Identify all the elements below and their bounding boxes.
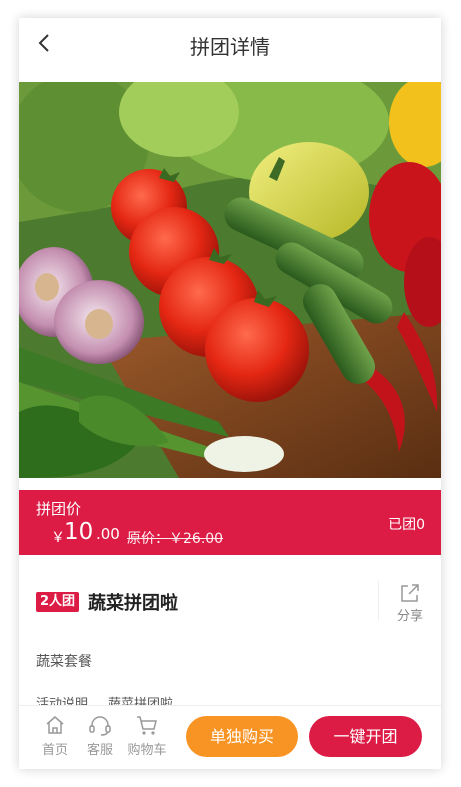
group-price-decimal: .00 — [96, 525, 120, 543]
share-button[interactable]: 分享 — [391, 583, 429, 627]
currency-symbol: ￥ — [51, 530, 65, 546]
group-size-badge: 2人团 — [36, 592, 80, 612]
divider — [378, 581, 379, 621]
page-title: 拼团详情 — [190, 35, 270, 59]
tab-cart[interactable]: 购物车 — [123, 714, 171, 758]
tab-cart-label: 购物车 — [127, 743, 167, 758]
tab-service[interactable]: 客服 — [78, 714, 122, 758]
product-subtitle: 蔬菜套餐 — [36, 654, 92, 670]
headset-icon — [89, 716, 111, 736]
group-price-integer: 10 — [64, 519, 94, 545]
grouped-count: 已团0 — [388, 517, 425, 533]
start-group-button[interactable]: 一键开团 — [309, 716, 422, 757]
tab-home-label: 首页 — [41, 743, 68, 758]
tab-home[interactable]: 首页 — [33, 714, 77, 758]
home-icon — [46, 716, 64, 734]
phone-frame: 拼团详情 拼团价 ￥ 10 .00 原价：￥26.00 已团0 2人团 蔬菜拼团… — [19, 18, 441, 769]
product-name: 蔬菜拼团啦 — [88, 593, 178, 614]
group-price-label: 拼团价 — [36, 500, 82, 518]
product-image — [19, 82, 441, 478]
original-price: 原价：￥26.00 — [127, 531, 224, 547]
share-label: 分享 — [396, 609, 423, 624]
header: 拼团详情 — [19, 18, 441, 68]
product-info: 2人团 蔬菜拼团啦 分享 蔬菜套餐 — [19, 555, 441, 705]
cart-icon — [137, 716, 157, 735]
share-icon — [401, 584, 419, 602]
bottom-action-bar: 首页 客服 购物车 单独购买 一键开团 — [19, 705, 441, 769]
buy-alone-button[interactable]: 单独购买 — [186, 716, 298, 757]
group-price-bar: 拼团价 ￥ 10 .00 原价：￥26.00 已团0 — [19, 490, 441, 555]
tab-service-label: 客服 — [86, 743, 113, 758]
